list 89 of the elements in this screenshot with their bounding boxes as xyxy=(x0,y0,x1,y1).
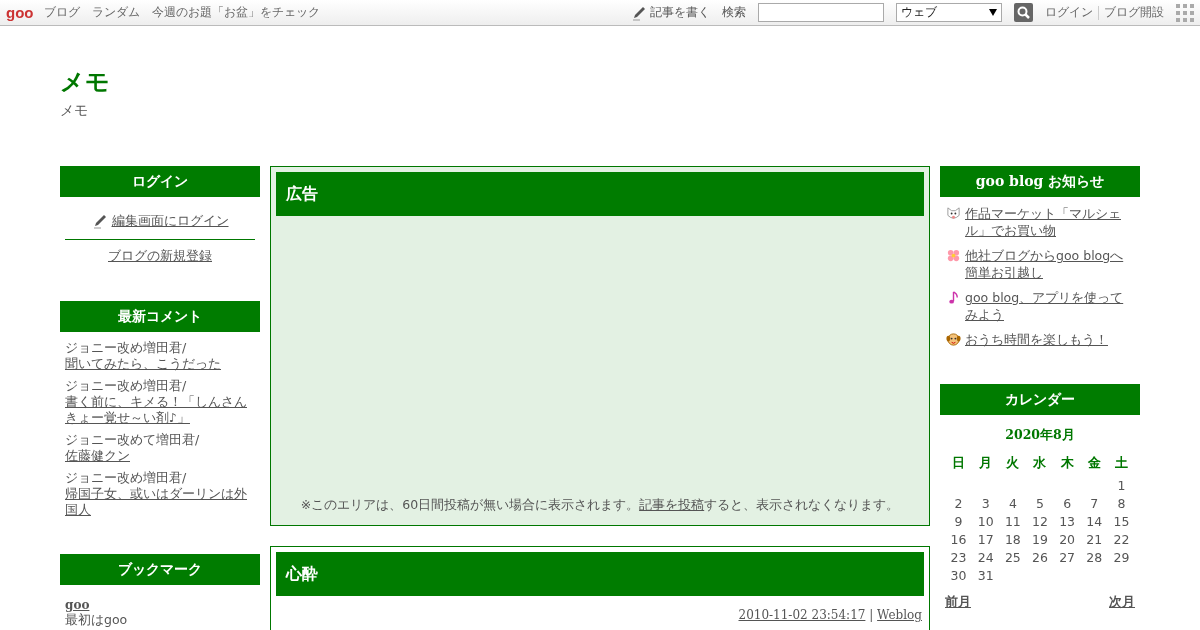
pencil-icon xyxy=(91,213,108,229)
comment-link[interactable]: 聞いてみたら、こうだった xyxy=(65,356,221,372)
calendar-day: 4 xyxy=(999,494,1027,512)
apps-grid-icon[interactable] xyxy=(1176,3,1194,22)
calendar-day: 26 xyxy=(1026,548,1054,566)
calendar-day: 27 xyxy=(1053,548,1081,566)
calendar-day: 22 xyxy=(1107,530,1135,548)
flower-icon xyxy=(946,248,961,263)
open-blog-link[interactable]: ブログ開設 xyxy=(1104,4,1164,21)
calendar-day: 29 xyxy=(1107,548,1135,566)
calendar-day: 12 xyxy=(1026,512,1054,530)
calendar-day: 11 xyxy=(999,512,1027,530)
search-label: 検索 xyxy=(722,4,746,21)
logo[interactable]: goo xyxy=(6,4,34,21)
calendar-day: 16 xyxy=(945,530,973,548)
category-link[interactable]: Weblog xyxy=(877,608,922,622)
section-heading: 最新コメント xyxy=(60,301,260,332)
calendar-day: 21 xyxy=(1080,530,1108,548)
music-note-icon xyxy=(946,290,961,305)
meta-separator: | xyxy=(869,608,874,622)
calendar-day: 9 xyxy=(945,512,973,530)
nav-link[interactable]: ブログ xyxy=(43,4,80,21)
news-link[interactable]: 作品マーケット「マルシェル」でお買い物 xyxy=(965,205,1134,239)
calendar-day: 1 xyxy=(1107,476,1135,494)
comment-author: ジョニー改め増田君/ xyxy=(65,340,187,355)
register-link[interactable]: ブログの新規登録 xyxy=(108,248,212,263)
calendar-day: 24 xyxy=(972,548,1000,566)
calendar-day: 3 xyxy=(972,494,1000,512)
ad-notice: ※このエリアは、60日間投稿が無い場合に表示されます。記事を投稿すると、表示されなくなります。 xyxy=(299,497,901,514)
weekday-label: 水 xyxy=(1032,454,1048,472)
bookmark-link[interactable]: goo xyxy=(65,598,90,612)
next-month-link[interactable]: 次月 xyxy=(1109,594,1135,611)
calendar-day: 2 xyxy=(945,494,973,512)
weekday-label: 火 xyxy=(1005,454,1021,472)
edit-login-link[interactable]: 編集画面にログイン xyxy=(111,212,229,230)
blog-title[interactable]: メモ xyxy=(60,66,1140,98)
login-link[interactable]: ログイン xyxy=(1045,4,1093,21)
calendar-day: 10 xyxy=(972,512,1000,530)
calendar-day: 28 xyxy=(1080,548,1108,566)
calendar-day: 15 xyxy=(1107,512,1135,530)
section-heading: ログイン xyxy=(60,166,260,197)
weekday-label: 金 xyxy=(1086,454,1102,472)
comment-link[interactable]: 書く前に、キメる！「しんさんきょー覚せ～い剤♪」 xyxy=(65,394,255,426)
calendar-day: 8 xyxy=(1107,494,1135,512)
calendar-day: 30 xyxy=(945,566,973,584)
calendar-month: 2020年8月 xyxy=(1004,427,1076,444)
calendar-day: 20 xyxy=(1053,530,1081,548)
ad-heading: 広告 xyxy=(276,172,924,216)
calendar-day: 25 xyxy=(999,548,1027,566)
calendar-day: 23 xyxy=(945,548,973,566)
comment-link[interactable]: 佐藤健クン xyxy=(65,448,130,464)
calendar-day: 17 xyxy=(972,530,1000,548)
weekday-label: 木 xyxy=(1059,454,1075,472)
prev-month-link[interactable]: 前月 xyxy=(945,594,971,611)
comment-author: ジョニー改め増田君/ xyxy=(65,378,187,393)
calendar-day: 31 xyxy=(972,566,1000,584)
comment-link[interactable]: 帰国子女、或いはダーリンは外国人 xyxy=(65,486,255,518)
calendar-day: 7 xyxy=(1080,494,1108,512)
news-link[interactable]: 他社ブログからgoo blogへ簡単お引越し xyxy=(965,247,1134,281)
comment-author: ジョニー改め増田君/ xyxy=(65,470,187,485)
calendar-day: 6 xyxy=(1053,494,1081,512)
search-field[interactable] xyxy=(758,3,884,22)
search-button[interactable] xyxy=(1014,3,1033,22)
section-heading: ブックマーク xyxy=(60,554,260,585)
write-link[interactable]: 記事を書く xyxy=(631,4,710,21)
post-date-link[interactable]: 2010-11-02 23:54:17 xyxy=(738,608,866,622)
calendar-day: 13 xyxy=(1053,512,1081,530)
calendar-day: 18 xyxy=(999,530,1027,548)
section-heading: カレンダー xyxy=(940,384,1140,415)
dropdown-arrow-icon xyxy=(989,9,997,16)
bookmark-description: 最初はgoo xyxy=(65,612,129,629)
news-link[interactable]: おうち時間を楽しもう！ xyxy=(965,331,1108,348)
weekday-label: 月 xyxy=(978,454,994,472)
nav-link[interactable]: 今週のお題「お盆」をチェック xyxy=(151,4,320,21)
calendar-day: 14 xyxy=(1080,512,1108,530)
weekday-label: 土 xyxy=(1113,454,1129,472)
cat-face-icon xyxy=(946,206,961,221)
nav-link[interactable]: ランダム xyxy=(91,4,140,21)
calendar-day: 19 xyxy=(1026,530,1054,548)
post-title[interactable]: 心酔 xyxy=(276,552,924,596)
pencil-icon xyxy=(631,4,647,21)
post-article-link[interactable]: 記事を投稿 xyxy=(639,497,705,512)
blog-subtitle: メモ xyxy=(60,102,89,120)
news-link[interactable]: goo blog、アプリを使ってみよう xyxy=(965,289,1134,323)
search-scope-dropdown[interactable]: ウェブ xyxy=(896,3,1002,22)
calendar-day: 5 xyxy=(1026,494,1054,512)
section-heading: goo blog お知らせ xyxy=(940,166,1140,197)
comment-author: ジョニー改めて増田君/ xyxy=(65,432,200,447)
weekday-label: 日 xyxy=(951,454,967,472)
